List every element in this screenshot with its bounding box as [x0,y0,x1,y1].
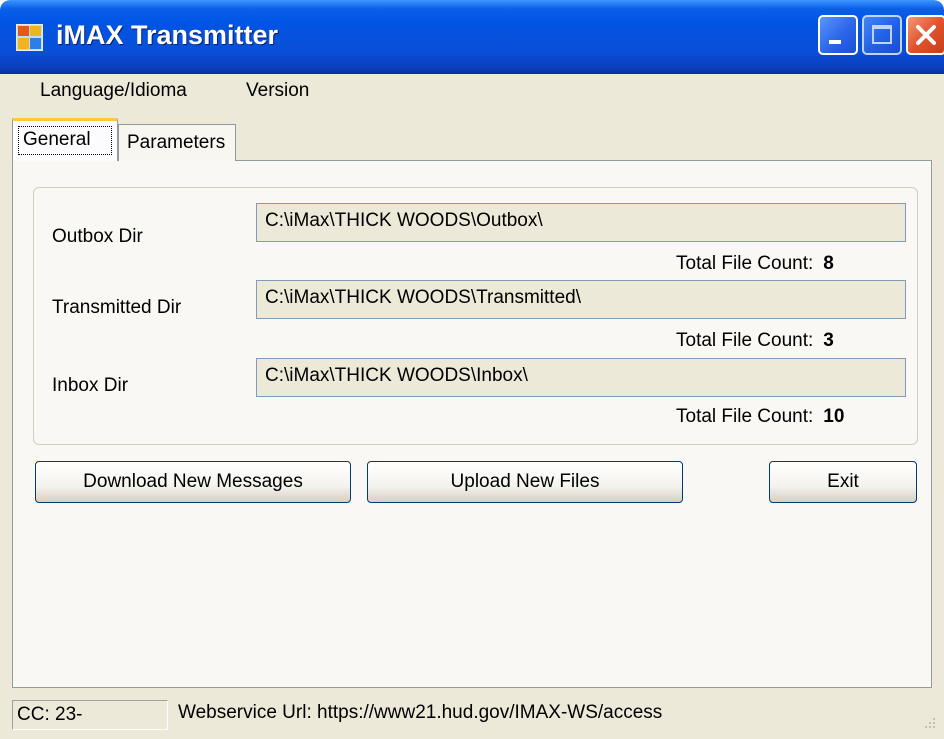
maximize-button[interactable] [862,15,902,55]
upload-new-files-button[interactable]: Upload New Files [367,461,683,503]
close-icon [916,25,936,45]
inbox-dir-label: Inbox Dir [52,375,129,396]
directories-group: Outbox Dir C:\iMax\THICK WOODS\Outbox\ T… [33,187,918,445]
tab-general-label: General [23,129,91,150]
menu-bar: Language/Idioma Version [0,74,944,111]
status-webservice-url: Webservice Url: https://www21.hud.gov/IM… [178,702,663,723]
outbox-dir-field[interactable]: C:\iMax\THICK WOODS\Outbox\ [256,203,906,242]
inbox-count-value: 10 [823,406,845,427]
transmitted-dir-field[interactable]: C:\iMax\THICK WOODS\Transmitted\ [256,280,906,319]
menu-version[interactable]: Version [240,80,315,102]
inbox-count: Total File Count: 10 [676,406,844,428]
close-button[interactable] [906,15,944,55]
minimize-button[interactable] [818,15,858,55]
outbox-count: Total File Count: 8 [676,253,834,275]
tab-general[interactable]: General [12,118,118,161]
minimize-icon [829,40,841,44]
tab-parameters-label: Parameters [127,132,226,153]
menu-language[interactable]: Language/Idioma [34,80,193,102]
transmitted-count: Total File Count: 3 [676,330,834,352]
transmitted-count-label: Total File Count: [676,330,814,351]
outbox-count-label: Total File Count: [676,253,814,274]
exit-button[interactable]: Exit [769,461,917,503]
inbox-dir-field[interactable]: C:\iMax\THICK WOODS\Inbox\ [256,358,906,397]
inbox-count-label: Total File Count: [676,406,814,427]
window-title: iMAX Transmitter [56,20,279,50]
maximize-icon [872,25,892,44]
outbox-count-value: 8 [823,253,834,274]
general-tab-page: Outbox Dir C:\iMax\THICK WOODS\Outbox\ T… [12,160,932,688]
status-bar: CC: 23- Webservice Url: https://www21.hu… [0,688,944,739]
outbox-dir-label: Outbox Dir [52,226,143,247]
tab-parameters[interactable]: Parameters [118,124,236,161]
transmitted-dir-label: Transmitted Dir [52,297,182,318]
resize-grip-icon[interactable] [920,715,938,733]
app-window: iMAX Transmitter Language/Idioma Version… [0,0,944,739]
app-window-icon [16,24,43,51]
download-new-messages-button[interactable]: Download New Messages [35,461,351,503]
title-bar[interactable]: iMAX Transmitter [0,0,944,74]
transmitted-count-value: 3 [823,330,834,351]
status-cc: CC: 23- [12,700,168,730]
